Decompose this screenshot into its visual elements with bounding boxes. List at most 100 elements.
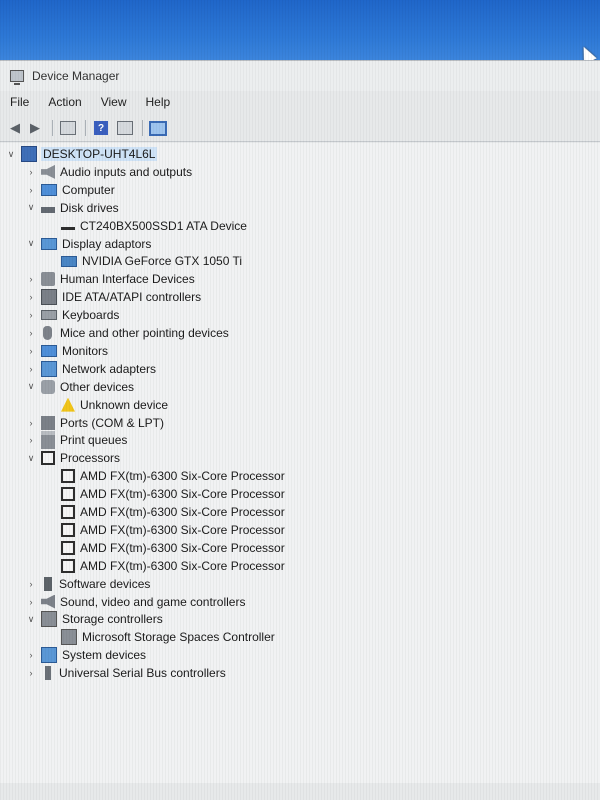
category-label: Computer: [62, 182, 115, 197]
category-label: Audio inputs and outputs: [60, 164, 193, 179]
device-item[interactable]: CT240BX500SSD1 ATA Device: [56, 217, 247, 235]
chevron-down-icon[interactable]: ∨: [26, 202, 36, 213]
menu-view[interactable]: View: [91, 95, 136, 109]
display-adapter-icon: [41, 237, 57, 250]
update-driver-icon[interactable]: [116, 120, 134, 136]
chevron-right-icon[interactable]: ›: [26, 346, 36, 356]
category-print-queues[interactable]: › Print queues: [26, 431, 128, 450]
port-icon: [41, 415, 55, 430]
device-item[interactable]: NVIDIA GeForce GTX 1050 Ti: [56, 252, 242, 270]
category-ide-ata-atapi-controllers[interactable]: › IDE ATA/ATAPI controllers: [26, 288, 201, 306]
title-bar[interactable]: Device Manager: [0, 61, 600, 91]
chevron-right-icon[interactable]: ›: [26, 650, 36, 660]
menu-action[interactable]: Action: [38, 95, 90, 109]
chevron-down-icon[interactable]: ∨: [26, 614, 36, 624]
category-mice-and-other-pointing-devices[interactable]: › Mice and other pointing devices: [26, 324, 229, 342]
category-system-devices[interactable]: › System devices: [26, 646, 146, 664]
category-network-adapters[interactable]: › Network adapters: [26, 360, 156, 378]
chevron-right-icon[interactable]: ›: [26, 418, 36, 428]
chevron-right-icon[interactable]: ›: [26, 435, 36, 445]
menu-help[interactable]: Help: [136, 95, 180, 109]
processor-icon: [61, 558, 75, 573]
category-label: Sound, video and game controllers: [60, 594, 246, 609]
root-computer-name: DESKTOP-UHT4L6L: [41, 147, 158, 161]
category-label: Storage controllers: [62, 612, 163, 627]
menu-bar: File Action View Help: [0, 91, 600, 113]
device-item[interactable]: AMD FX(tm)-6300 Six-Core Processor: [56, 503, 285, 521]
category-label: Other devices: [60, 379, 135, 394]
device-label: AMD FX(tm)-6300 Six-Core Processor: [80, 522, 285, 537]
device-item[interactable]: Unknown device: [56, 396, 168, 414]
category-keyboards[interactable]: › Keyboards: [26, 306, 120, 324]
chevron-down-icon[interactable]: ∨: [26, 453, 36, 463]
chevron-right-icon[interactable]: ›: [26, 292, 36, 302]
scan-hardware-icon[interactable]: [149, 120, 167, 136]
category-label: Display adaptors: [62, 236, 152, 251]
toolbar-separator: [142, 120, 143, 136]
category-label: Disk drives: [60, 200, 119, 215]
category-label: Ports (COM & LPT): [60, 415, 165, 430]
device-label: AMD FX(tm)-6300 Six-Core Processor: [80, 540, 285, 555]
gpu-icon: [61, 255, 77, 267]
category-computer[interactable]: › Computer: [26, 181, 115, 199]
device-item[interactable]: AMD FX(tm)-6300 Six-Core Processor: [56, 467, 285, 485]
tree-root[interactable]: ∨ DESKTOP-UHT4L6L: [6, 145, 158, 163]
desktop-background: [0, 0, 600, 62]
category-label: Print queues: [60, 433, 128, 448]
back-arrow-icon[interactable]: ◀: [6, 120, 24, 136]
sound-controller-icon: [41, 594, 55, 609]
category-label: Processors: [60, 451, 121, 466]
device-manager-icon: [10, 70, 24, 85]
category-label: Keyboards: [62, 308, 120, 323]
category-human-interface-devices[interactable]: › Human Interface Devices: [26, 270, 195, 288]
category-disk-drives[interactable]: ∨ Disk drives: [26, 199, 119, 217]
chevron-down-icon[interactable]: ∨: [6, 149, 16, 159]
chevron-right-icon[interactable]: ›: [26, 668, 36, 678]
category-label: Mice and other pointing devices: [60, 326, 229, 340]
hid-icon: [41, 272, 55, 287]
chevron-right-icon[interactable]: ›: [26, 597, 36, 607]
ide-controller-icon: [41, 289, 57, 306]
category-ports-com-lpt[interactable]: › Ports (COM & LPT): [26, 414, 164, 432]
device-item[interactable]: Microsoft Storage Spaces Controller: [56, 628, 275, 646]
device-item[interactable]: AMD FX(tm)-6300 Six-Core Processor: [56, 539, 285, 557]
chevron-down-icon[interactable]: ∨: [26, 238, 36, 249]
storage-icon: [61, 629, 77, 646]
device-label: NVIDIA GeForce GTX 1050 Ti: [82, 254, 243, 269]
device-item[interactable]: AMD FX(tm)-6300 Six-Core Processor: [56, 557, 285, 575]
properties-icon[interactable]: [59, 120, 77, 136]
chevron-right-icon[interactable]: ›: [26, 579, 36, 589]
toolbar-separator: [52, 120, 53, 136]
storage-controller-icon: [41, 611, 57, 628]
category-universal-serial-bus-controllers[interactable]: › Universal Serial Bus controllers: [26, 664, 226, 682]
chevron-right-icon[interactable]: ›: [26, 274, 36, 284]
chevron-right-icon[interactable]: ›: [26, 185, 36, 195]
toolbar: ◀ ▶ ?: [0, 115, 600, 142]
category-display-adaptors[interactable]: ∨ Display adaptors: [26, 235, 152, 253]
chevron-right-icon[interactable]: ›: [26, 167, 36, 177]
forward-arrow-icon[interactable]: ▶: [26, 120, 44, 136]
disk-drive-icon: [41, 206, 55, 213]
help-icon[interactable]: ?: [92, 120, 110, 136]
category-audio-inputs-and-outputs[interactable]: › Audio inputs and outputs: [26, 163, 192, 181]
category-software-devices[interactable]: › Software devices: [26, 575, 150, 593]
category-other-devices[interactable]: ∨ Other devices: [26, 378, 134, 396]
category-label: Network adapters: [62, 361, 157, 376]
processor-icon: [61, 505, 75, 519]
device-item[interactable]: AMD FX(tm)-6300 Six-Core Processor: [56, 521, 285, 539]
category-storage-controllers[interactable]: ∨ Storage controllers: [26, 610, 163, 628]
category-sound-video-and-game-controllers[interactable]: › Sound, video and game controllers: [26, 593, 245, 611]
menu-file[interactable]: File: [0, 95, 38, 109]
chevron-right-icon[interactable]: ›: [26, 328, 36, 338]
chevron-right-icon[interactable]: ›: [26, 364, 36, 374]
processor-icon: [61, 522, 75, 537]
device-label: AMD FX(tm)-6300 Six-Core Processor: [80, 469, 285, 484]
category-processors[interactable]: ∨ Processors: [26, 449, 120, 467]
category-label: IDE ATA/ATAPI controllers: [62, 290, 202, 305]
device-item[interactable]: AMD FX(tm)-6300 Six-Core Processor: [56, 485, 285, 503]
network-adapter-icon: [41, 360, 57, 377]
chevron-right-icon[interactable]: ›: [26, 310, 36, 320]
chevron-down-icon[interactable]: ∨: [26, 381, 36, 392]
system-device-icon: [41, 647, 57, 664]
category-monitors[interactable]: › Monitors: [26, 342, 109, 360]
